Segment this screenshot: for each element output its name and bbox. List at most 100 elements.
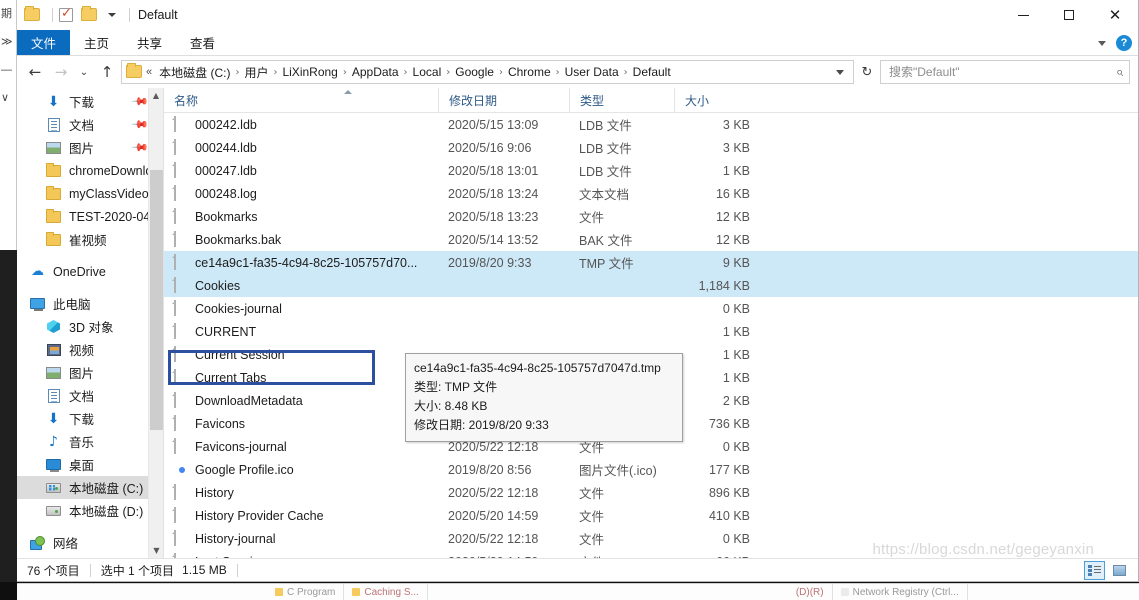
sidebar-item-videos[interactable]: 视频: [17, 338, 163, 361]
table-row[interactable]: History 2020/5/22 12:18 文件 896 KB: [164, 481, 1138, 504]
sidebar-item-pictures[interactable]: 图片: [17, 361, 163, 384]
breadcrumb-item-0[interactable]: 本地磁盘 (C:): [156, 64, 233, 81]
large-icons-view-button[interactable]: [1109, 561, 1130, 580]
sidebar-item-chromedownload[interactable]: chromeDownload: [17, 159, 163, 182]
file-type-cell: [569, 274, 674, 297]
breadcrumb-item-5[interactable]: Google: [452, 65, 497, 79]
download-icon: ⬇: [47, 93, 60, 110]
sidebar-item-test-2020-04[interactable]: TEST-2020-04-2: [17, 205, 163, 228]
sidebar-item-local-disk-c[interactable]: 本地磁盘 (C:): [17, 476, 163, 499]
address-bar[interactable]: « 本地磁盘 (C:) › 用户 › LiXinRong › AppData ›…: [121, 60, 854, 84]
breadcrumb-separator[interactable]: ›: [622, 67, 630, 78]
minimize-button[interactable]: [1000, 0, 1046, 30]
drive-icon: [45, 503, 62, 519]
background-tab[interactable]: C Program: [267, 584, 345, 600]
breadcrumb-separator[interactable]: ›: [554, 67, 562, 78]
navigation-pane-scrollbar[interactable]: ▲ ▼: [148, 88, 163, 558]
tab-view[interactable]: 查看: [176, 30, 229, 55]
quick-access-dropdown-icon[interactable]: [108, 13, 116, 17]
table-row[interactable]: History Provider Cache 2020/5/20 14:59 文…: [164, 504, 1138, 527]
file-name-cell: Cookies-journal: [164, 297, 438, 320]
background-tab[interactable]: (D)(R): [788, 584, 833, 600]
sidebar-item-local-disk-d[interactable]: 本地磁盘 (D:): [17, 499, 163, 522]
sidebar-item-onedrive[interactable]: ☁ OneDrive: [17, 260, 163, 283]
properties-check-icon[interactable]: [59, 5, 75, 22]
close-button[interactable]: ✕: [1092, 0, 1138, 30]
column-header-type[interactable]: 类型: [569, 88, 674, 113]
breadcrumb-item-4[interactable]: Local: [410, 65, 445, 79]
file-name-cell: History Provider Cache: [164, 504, 438, 527]
table-row[interactable]: 000244.ldb 2020/5/16 9:06 LDB 文件 3 KB: [164, 136, 1138, 159]
details-view-button[interactable]: [1084, 561, 1105, 580]
scroll-down-icon[interactable]: ▼: [149, 543, 163, 558]
breadcrumb-separator[interactable]: ›: [233, 67, 241, 78]
table-row[interactable]: Cookies-journal 0 KB: [164, 297, 1138, 320]
background-tab[interactable]: Network Registry (Ctrl...: [833, 584, 968, 600]
search-icon[interactable]: ⌕: [1116, 65, 1123, 80]
sidebar-item-3d-objects[interactable]: 3D 对象: [17, 315, 163, 338]
sidebar-item-downloads[interactable]: ⬇ 下载: [17, 407, 163, 430]
refresh-button[interactable]: ↻: [856, 60, 878, 84]
tab-file[interactable]: 文件: [17, 30, 71, 55]
table-row[interactable]: Google Profile.ico 2019/8/20 8:56 图片文件(.…: [164, 458, 1138, 481]
up-button[interactable]: ↑: [95, 60, 119, 84]
breadcrumb-item-6[interactable]: Chrome: [505, 65, 554, 79]
table-row[interactable]: Cookies 1,184 KB: [164, 274, 1138, 297]
help-icon[interactable]: ?: [1116, 35, 1132, 51]
column-header-name[interactable]: 名称: [164, 88, 438, 113]
table-row[interactable]: CURRENT 1 KB: [164, 320, 1138, 343]
table-row[interactable]: ce14a9c1-fa35-4c94-8c25-105757d70... 201…: [164, 251, 1138, 274]
new-folder-icon[interactable]: [81, 6, 97, 22]
sidebar-item-network[interactable]: 网络: [17, 531, 163, 554]
breadcrumb-item-3[interactable]: AppData: [349, 65, 402, 79]
breadcrumb-separator[interactable]: ›: [271, 67, 279, 78]
scrollbar-thumb[interactable]: [150, 170, 163, 430]
table-row[interactable]: Bookmarks 2020/5/18 13:23 文件 12 KB: [164, 205, 1138, 228]
pin-icon[interactable]: 📌: [131, 115, 150, 134]
address-dropdown-icon[interactable]: [836, 69, 844, 75]
sidebar-item-desktop[interactable]: 桌面: [17, 453, 163, 476]
expand-ribbon-icon[interactable]: [1098, 40, 1106, 46]
tab-share[interactable]: 共享: [123, 30, 176, 55]
search-input[interactable]: [887, 64, 1116, 80]
system-drive-icon: [45, 480, 62, 496]
breadcrumb-separator[interactable]: ›: [497, 67, 505, 78]
maximize-button[interactable]: [1046, 0, 1092, 30]
breadcrumb-item-7[interactable]: User Data: [562, 65, 622, 79]
forward-button[interactable]: →: [49, 60, 73, 84]
breadcrumb-item-2[interactable]: LiXinRong: [279, 65, 340, 79]
breadcrumb-item-1[interactable]: 用户: [241, 64, 271, 81]
sidebar-item-documents-quick[interactable]: 文档 📌: [17, 113, 163, 136]
pin-icon[interactable]: 📌: [131, 138, 150, 157]
sidebar-item-cui-video[interactable]: 崔视频: [17, 228, 163, 251]
sidebar-item-myclassvideo[interactable]: myClassVideo: [17, 182, 163, 205]
table-row[interactable]: Bookmarks.bak 2020/5/14 13:52 BAK 文件 12 …: [164, 228, 1138, 251]
column-header-size[interactable]: 大小: [674, 88, 764, 113]
search-box[interactable]: ⌕: [880, 60, 1130, 84]
table-row[interactable]: 000248.log 2020/5/18 13:24 文本文档 16 KB: [164, 182, 1138, 205]
address-bar-row: ← → ⌄ ↑ « 本地磁盘 (C:) › 用户 › LiXinRong › A…: [17, 56, 1138, 88]
download-icon: ⬇: [47, 410, 60, 427]
file-size-cell: 12 KB: [715, 209, 750, 224]
breadcrumb-separator[interactable]: ›: [341, 67, 349, 78]
navigation-pane: ⬇ 下载 📌 文档 📌 图片 📌 chromeDownload myClassV…: [17, 88, 163, 558]
table-row[interactable]: 000247.ldb 2020/5/18 13:01 LDB 文件 1 KB: [164, 159, 1138, 182]
scroll-up-icon[interactable]: ▲: [149, 88, 163, 103]
breadcrumb-separator[interactable]: ›: [444, 67, 452, 78]
sidebar-item-pictures-quick[interactable]: 图片 📌: [17, 136, 163, 159]
table-row[interactable]: 000242.ldb 2020/5/15 13:09 LDB 文件 3 KB: [164, 113, 1138, 136]
sidebar-item-downloads-quick[interactable]: ⬇ 下载 📌: [17, 90, 163, 113]
sidebar-item-documents[interactable]: 文档: [17, 384, 163, 407]
breadcrumb-item-8[interactable]: Default: [630, 65, 674, 79]
column-header-date[interactable]: 修改日期: [438, 88, 569, 113]
breadcrumb-root-icon[interactable]: «: [144, 66, 156, 78]
background-tab[interactable]: Caching S...: [344, 584, 428, 600]
sidebar-item-music[interactable]: ♪ 音乐: [17, 430, 163, 453]
back-button[interactable]: ←: [23, 60, 47, 84]
sidebar-item-label: 音乐: [69, 436, 95, 450]
breadcrumb-separator[interactable]: ›: [402, 67, 410, 78]
pin-icon[interactable]: 📌: [131, 92, 150, 111]
tab-home[interactable]: 主页: [70, 30, 123, 55]
recent-locations-button[interactable]: ⌄: [75, 60, 93, 84]
sidebar-item-this-pc[interactable]: 此电脑: [17, 292, 163, 315]
